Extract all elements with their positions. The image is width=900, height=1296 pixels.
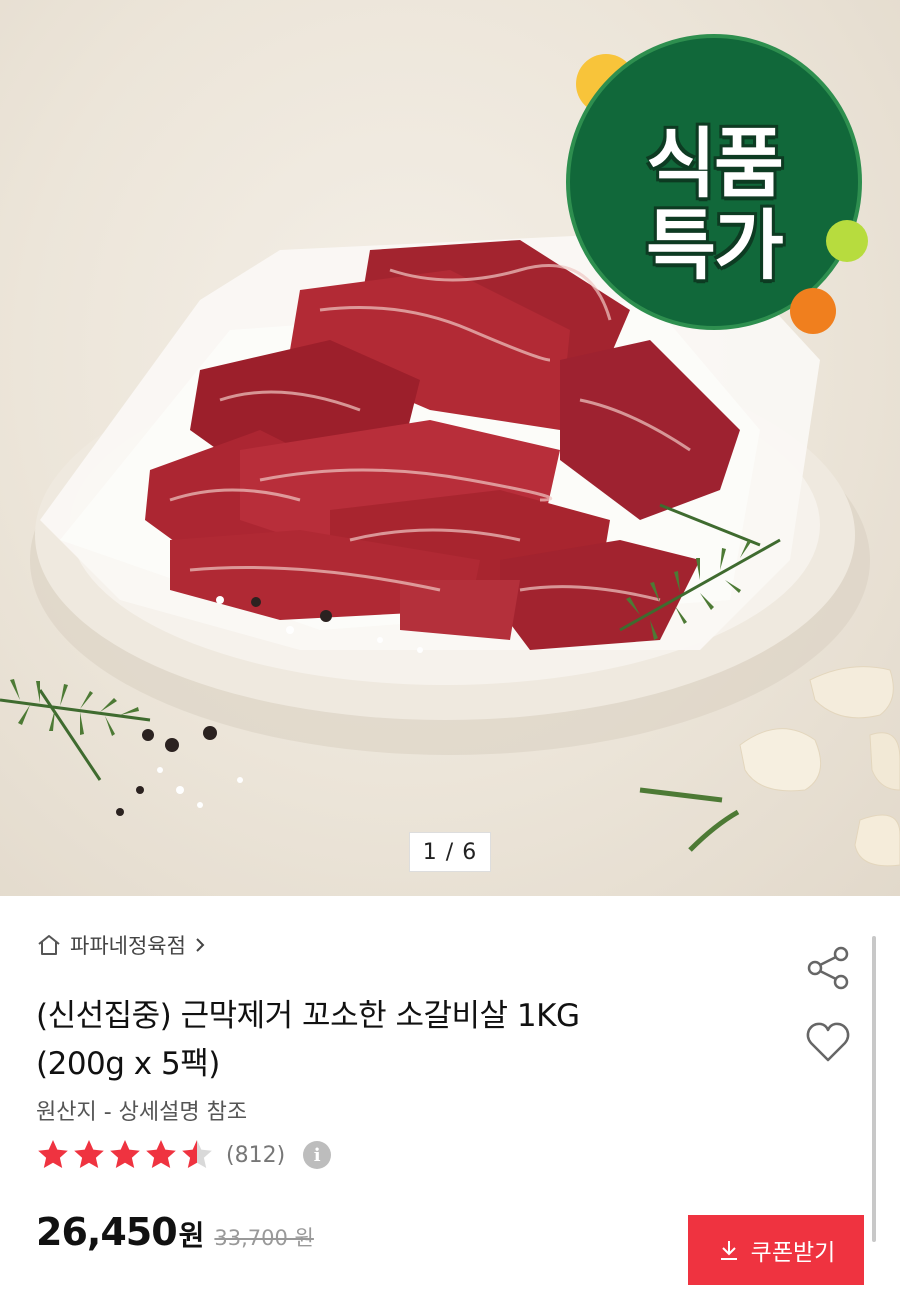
scrollbar[interactable] [872, 936, 876, 1242]
sale-price: 26,450 [36, 1210, 178, 1254]
product-image-gallery[interactable]: 식품 특가 1 / 6 [0, 0, 900, 896]
product-title: (신선집중) 근막제거 꼬소한 소갈비살 1KG (200g x 5팩) [36, 992, 736, 1088]
review-count: (812) [226, 1142, 286, 1168]
sale-price-unit: 원 [178, 1219, 205, 1252]
seller-link[interactable]: 파파네정육점 [36, 930, 206, 960]
chevron-right-icon [194, 936, 206, 954]
product-title-line1: (신선집중) 근막제거 꼬소한 소갈비살 1KG [36, 998, 580, 1034]
rating-row[interactable]: (812) i [36, 1138, 332, 1172]
home-icon [36, 933, 62, 957]
like-button[interactable] [804, 1018, 852, 1066]
star-icon [38, 1140, 68, 1168]
food-sale-badge: 식품 특가 [566, 34, 868, 334]
product-title-line2: (200g x 5팩) [36, 1046, 220, 1082]
star-rating [36, 1138, 214, 1172]
download-icon [720, 1241, 737, 1260]
heart-icon [806, 1022, 850, 1062]
coupon-button-label: 쿠폰받기 [750, 1240, 836, 1266]
badge-text-line2: 특가 [646, 201, 784, 290]
price-row: 26,450 원 33,700 원 [36, 1210, 314, 1254]
badge-dot-orange [790, 288, 836, 334]
star-icon [74, 1140, 104, 1168]
seller-name: 파파네정육점 [70, 934, 186, 958]
image-counter: 1 / 6 [409, 832, 491, 872]
info-icon[interactable]: i [303, 1141, 332, 1169]
star-icon [110, 1140, 140, 1168]
share-button[interactable] [804, 944, 852, 992]
star-icon [146, 1140, 176, 1168]
original-price: 33,700 원 [214, 1226, 314, 1250]
share-icon [807, 946, 849, 990]
star-icon [182, 1140, 212, 1168]
origin-info: 원산지 - 상세설명 참조 [36, 1100, 248, 1125]
coupon-button[interactable]: 쿠폰받기 [688, 1215, 864, 1285]
